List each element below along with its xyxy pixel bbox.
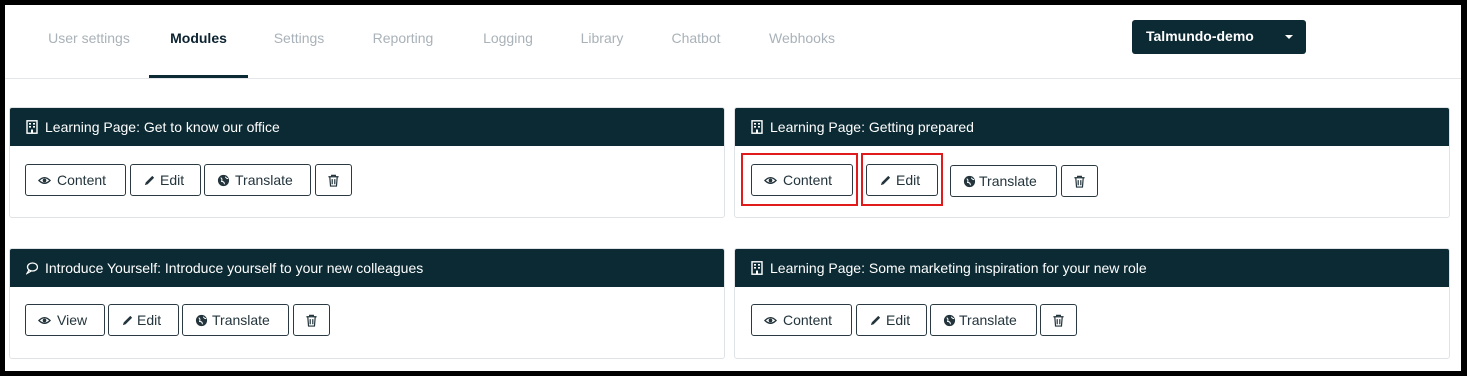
translate-button[interactable]: Translate [950,165,1057,197]
globe-icon [943,314,956,327]
tab-chatbot[interactable]: Chatbot [657,5,735,76]
module-title: Introduce Yourself: Introduce yourself t… [45,260,424,276]
edit-button[interactable]: Edit [130,164,201,196]
app-window: User settings Modules Settings Reporting… [5,5,1461,371]
highlight-box-content [741,153,858,206]
tab-reporting[interactable]: Reporting [358,5,448,76]
edit-button-label: Edit [886,312,911,328]
content-button-label: Content [783,312,833,328]
module-card-header: Learning Page: Get to know our office [10,108,724,146]
translate-button[interactable]: Translate [204,164,311,196]
edit-button[interactable]: Edit [108,304,179,336]
tab-modules[interactable]: Modules [149,5,248,78]
view-button[interactable]: View [25,304,105,336]
tab-logging[interactable]: Logging [468,5,548,76]
module-title: Learning Page: Getting prepared [770,119,974,135]
translate-button-label: Translate [212,312,270,328]
organization-name: Talmundo-demo [1146,28,1254,44]
tab-library[interactable]: Library [566,5,638,76]
module-title: Learning Page: Get to know our office [45,119,280,135]
translate-button[interactable]: Translate [930,304,1037,336]
globe-icon [217,174,230,187]
pencil-icon [870,315,881,326]
content-button[interactable]: Content [25,164,126,196]
pencil-icon [122,315,133,326]
speech-bubble-icon [26,262,38,275]
top-nav: User settings Modules Settings Reporting… [5,5,1461,79]
delete-button[interactable] [293,304,330,336]
trash-icon [1074,175,1085,188]
globe-icon [195,314,208,327]
translate-button-label: Translate [979,173,1037,189]
tab-user-settings[interactable]: User settings [29,5,149,76]
building-icon [751,261,763,275]
module-card: Learning Page: Some marketing inspiratio… [734,248,1450,359]
translate-button-label: Translate [235,172,293,188]
content-button[interactable]: Content [751,304,852,336]
module-card-header: Introduce Yourself: Introduce yourself t… [10,249,724,287]
translate-button[interactable]: Translate [182,304,289,336]
highlight-box-edit [861,153,943,206]
module-title: Learning Page: Some marketing inspiratio… [770,260,1147,276]
edit-button[interactable]: Edit [856,304,927,336]
trash-icon [306,314,317,327]
eye-icon [38,317,51,324]
translate-button-label: Translate [959,312,1017,328]
eye-icon [38,177,51,184]
trash-icon [1053,314,1064,327]
module-card-header: Learning Page: Some marketing inspiratio… [735,249,1449,287]
building-icon [26,120,38,134]
caret-down-icon [1285,35,1293,39]
module-card-header: Learning Page: Getting prepared [735,108,1449,146]
globe-icon [963,175,976,188]
tab-webhooks[interactable]: Webhooks [757,5,847,76]
delete-button[interactable] [1040,304,1077,336]
view-button-label: View [57,312,88,328]
building-icon [751,120,763,134]
edit-button-label: Edit [137,312,162,328]
pencil-icon [144,175,155,186]
module-card: Learning Page: Get to know our office Co… [9,107,725,218]
content-button-label: Content [57,172,107,188]
tab-settings[interactable]: Settings [259,5,339,76]
edit-button-label: Edit [160,172,185,188]
eye-icon [764,317,777,324]
organization-dropdown[interactable]: Talmundo-demo [1132,20,1306,54]
delete-button[interactable] [315,164,352,196]
delete-button[interactable] [1061,165,1098,197]
trash-icon [328,174,339,187]
module-card: Introduce Yourself: Introduce yourself t… [9,248,725,359]
